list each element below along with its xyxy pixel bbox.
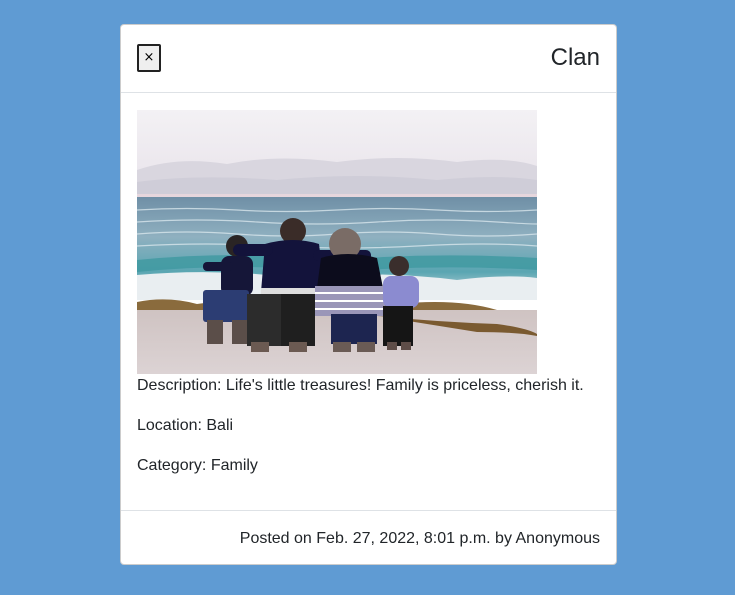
modal-header: × Clan xyxy=(121,25,616,93)
modal-title: Clan xyxy=(550,44,600,71)
post-location: Location: Bali xyxy=(137,417,234,434)
post-modal: × Clan Description: Life's little treasu… xyxy=(120,24,617,565)
post-category: Category: Family xyxy=(137,457,258,474)
modal-body: Description: Life's little treasures! Fa… xyxy=(137,110,602,494)
close-button[interactable]: × xyxy=(137,44,161,72)
posted-info: Posted on Feb. 27, 2022, 8:01 p.m. by An… xyxy=(239,530,600,547)
post-image xyxy=(137,110,537,374)
modal-footer: Posted on Feb. 27, 2022, 8:01 p.m. by An… xyxy=(121,510,616,565)
post-description: Description: Life's little treasures! Fa… xyxy=(137,377,584,394)
